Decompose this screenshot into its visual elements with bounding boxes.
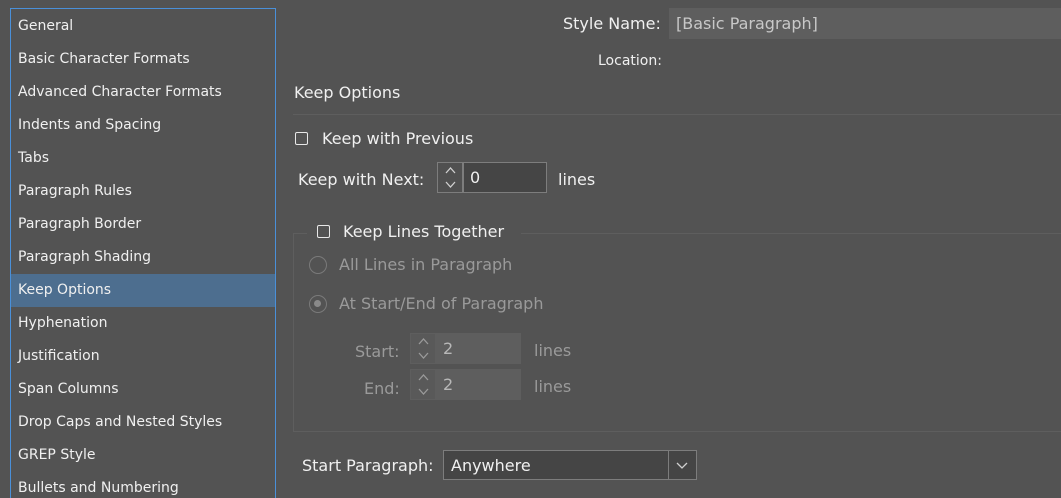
keep-lines-together-label: Keep Lines Together xyxy=(343,222,505,241)
sidebar-item-paragraph-rules[interactable]: Paragraph Rules xyxy=(11,175,275,208)
dropdown-button[interactable] xyxy=(668,451,696,479)
category-list[interactable]: General Basic Character Formats Advanced… xyxy=(10,8,276,498)
sidebar-item-hyphenation[interactable]: Hyphenation xyxy=(11,307,275,340)
keep-with-next-input[interactable]: 0 xyxy=(463,162,547,193)
radio-selected-icon xyxy=(309,295,327,313)
chevron-up-icon[interactable] xyxy=(418,338,429,345)
start-input[interactable]: 2 xyxy=(436,333,521,364)
keep-with-previous-label: Keep with Previous xyxy=(322,129,474,148)
sidebar-item-grep-style[interactable]: GREP Style xyxy=(11,439,275,472)
keep-with-next-stepper[interactable] xyxy=(437,162,463,193)
section-title: Keep Options xyxy=(294,83,401,102)
start-end-radio[interactable]: At Start/End of Paragraph xyxy=(309,294,559,316)
keep-with-previous-checkbox[interactable]: Keep with Previous xyxy=(294,129,484,151)
end-input[interactable]: 2 xyxy=(436,369,521,400)
sidebar-item-justification[interactable]: Justification xyxy=(11,340,275,373)
end-unit: lines xyxy=(534,377,572,396)
keep-with-next-unit: lines xyxy=(558,170,596,189)
keep-with-next-label: Keep with Next: xyxy=(298,170,425,189)
checkbox-icon xyxy=(295,132,308,145)
checkbox-icon xyxy=(317,225,330,238)
start-paragraph-value: Anywhere xyxy=(451,456,531,475)
sidebar-item-advanced-character-formats[interactable]: Advanced Character Formats xyxy=(11,76,275,109)
chevron-up-icon[interactable] xyxy=(445,167,456,174)
sidebar-item-general[interactable]: General xyxy=(11,10,275,43)
start-label: Start: xyxy=(355,342,400,361)
end-label: End: xyxy=(364,379,400,398)
start-end-label: At Start/End of Paragraph xyxy=(339,294,544,313)
chevron-down-icon[interactable] xyxy=(418,388,429,395)
end-stepper[interactable] xyxy=(410,369,436,400)
radio-icon xyxy=(309,256,327,274)
location-label: Location: xyxy=(598,53,662,69)
start-paragraph-label: Start Paragraph: xyxy=(302,456,434,475)
start-paragraph-dropdown[interactable]: Anywhere xyxy=(443,450,697,480)
chevron-up-icon[interactable] xyxy=(418,374,429,381)
start-unit: lines xyxy=(534,341,572,360)
sidebar-item-paragraph-shading[interactable]: Paragraph Shading xyxy=(11,241,275,274)
keep-lines-together-checkbox[interactable]: Keep Lines Together xyxy=(307,222,521,244)
sidebar-item-basic-character-formats[interactable]: Basic Character Formats xyxy=(11,43,275,76)
chevron-down-icon xyxy=(676,462,688,469)
sidebar-item-drop-caps-and-nested-styles[interactable]: Drop Caps and Nested Styles xyxy=(11,406,275,439)
chevron-down-icon[interactable] xyxy=(445,181,456,188)
style-name-label: Style Name: xyxy=(563,14,661,33)
sidebar-item-span-columns[interactable]: Span Columns xyxy=(11,373,275,406)
start-stepper[interactable] xyxy=(410,333,436,364)
section-divider xyxy=(293,114,1061,115)
all-lines-label: All Lines in Paragraph xyxy=(339,255,513,274)
sidebar-item-keep-options[interactable]: Keep Options xyxy=(11,274,275,307)
sidebar-item-tabs[interactable]: Tabs xyxy=(11,142,275,175)
style-name-field[interactable]: [Basic Paragraph] xyxy=(669,8,1061,39)
sidebar-item-indents-and-spacing[interactable]: Indents and Spacing xyxy=(11,109,275,142)
chevron-down-icon[interactable] xyxy=(418,352,429,359)
all-lines-radio[interactable]: All Lines in Paragraph xyxy=(309,255,529,277)
sidebar-item-paragraph-border[interactable]: Paragraph Border xyxy=(11,208,275,241)
sidebar-item-bullets-and-numbering[interactable]: Bullets and Numbering xyxy=(11,472,275,498)
